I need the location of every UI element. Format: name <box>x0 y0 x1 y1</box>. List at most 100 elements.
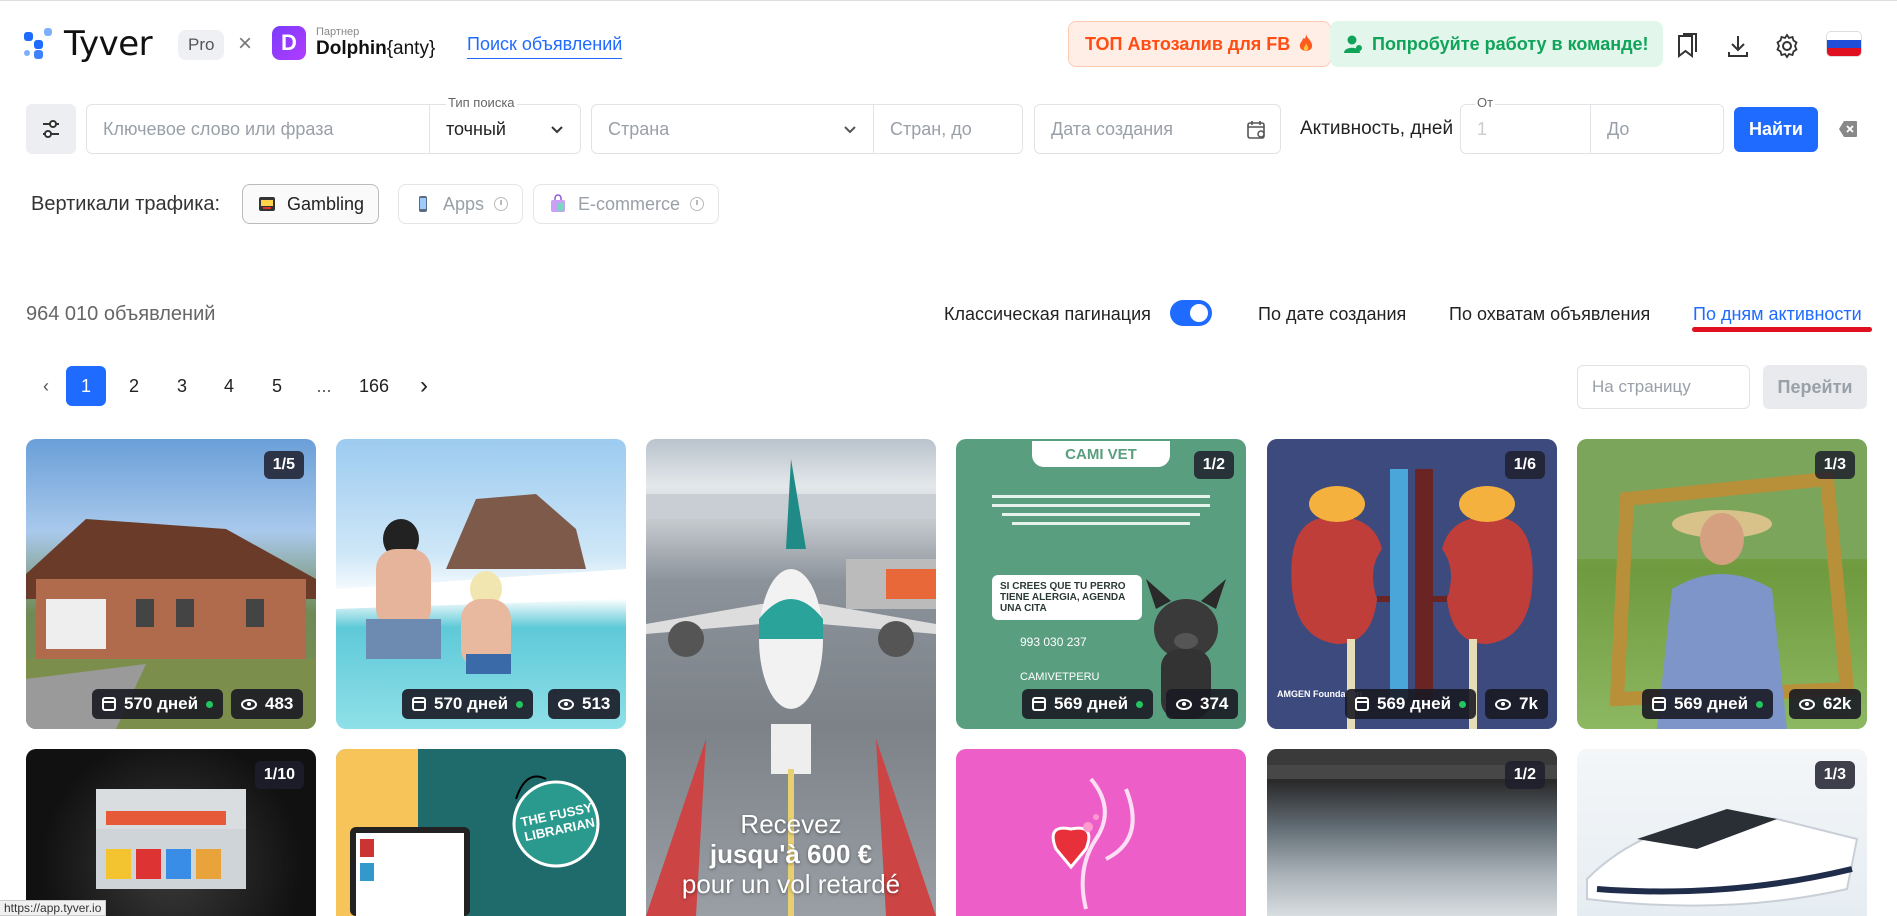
house-photo <box>26 519 316 729</box>
ad-card[interactable]: AMGEN Foundation 569 дней 7k 1/6 <box>1267 439 1557 729</box>
ad-card[interactable] <box>956 749 1246 916</box>
country-placeholder: Страна <box>608 118 670 139</box>
top-autopost-label: ТОП Автозалив для FB <box>1085 33 1291 54</box>
activity-from-input[interactable]: 1 <box>1460 104 1591 154</box>
bookmarks-icon[interactable] <box>1673 32 1701 60</box>
views-badge: 483 <box>231 689 304 719</box>
chevron-down-icon <box>844 126 856 134</box>
pregnancy-heart-illustration <box>1051 777 1135 910</box>
activity-to-input[interactable]: До <box>1590 104 1724 154</box>
sliders-icon <box>43 120 59 138</box>
window-top-border <box>0 0 1897 3</box>
views-badge: 7k <box>1485 689 1548 719</box>
search-ads-link[interactable]: Поиск объявлений <box>467 34 623 59</box>
find-button[interactable]: Найти <box>1734 107 1818 152</box>
settings-icon[interactable] <box>1773 32 1801 60</box>
logo-text: Tyver <box>64 24 153 64</box>
search-type-select[interactable]: точный <box>429 104 581 154</box>
verticals-label: Вертикали трафика: <box>31 193 221 215</box>
ad-image-count: 1/2 <box>1193 451 1234 479</box>
sort-by-date[interactable]: По дате создания <box>1258 304 1406 325</box>
ad-card[interactable]: 570 дней 513 <box>336 439 626 729</box>
calendar-icon <box>1355 697 1369 711</box>
page-1[interactable]: 1 <box>66 366 106 406</box>
active-sort-underline <box>1692 327 1872 332</box>
sort-by-reach[interactable]: По охватам объявления <box>1449 304 1650 325</box>
try-team-label: Попробуйте работу в команде! <box>1372 33 1649 54</box>
active-days-badge: 570 дней <box>92 689 224 719</box>
days-value: 570 дней <box>124 694 199 713</box>
vertical-chip-gambling[interactable]: Gambling <box>242 184 380 224</box>
days-value: 570 дней <box>434 694 509 713</box>
views-value: 513 <box>582 694 611 713</box>
active-days-badge: 569 дней <box>1022 689 1154 719</box>
ad-card[interactable]: 1/5 570 дней 483 <box>26 439 316 729</box>
fussy-librarian-ad <box>350 775 600 916</box>
country-to-placeholder: Стран, до <box>890 118 972 139</box>
clear-search-icon[interactable] <box>1838 120 1858 138</box>
dolphin-logo-icon: D <box>272 26 306 60</box>
pool-photo <box>336 494 626 674</box>
ad-card[interactable]: 569 дней 62k 1/3 <box>1577 439 1867 729</box>
clock-icon <box>690 197 705 211</box>
next-page-button[interactable]: › <box>404 366 444 406</box>
keyword-input[interactable]: Ключевое слово или фраза <box>86 104 430 154</box>
ad-handle: CAMIVETPERU <box>1020 671 1100 683</box>
download-icon[interactable] <box>1724 32 1752 60</box>
chevron-down-icon <box>551 126 563 134</box>
camivet-logo: CAMI VET <box>1032 441 1170 467</box>
page-2[interactable]: 2 <box>114 366 154 406</box>
country-select[interactable]: Страна <box>591 104 874 154</box>
page-5[interactable]: 5 <box>257 366 297 406</box>
activity-to-placeholder: До <box>1607 118 1630 139</box>
browser-status-url: https://app.tyver.io <box>0 900 107 916</box>
partner-caption: Партнер <box>316 26 360 38</box>
classic-pagination-toggle[interactable] <box>1170 300 1212 326</box>
date-created-input[interactable]: Дата создания <box>1034 104 1281 154</box>
vertical-chip-label: Apps <box>443 193 485 214</box>
user-icon <box>1344 35 1362 53</box>
page-4[interactable]: 4 <box>209 366 249 406</box>
filters-toggle-button[interactable] <box>26 104 76 154</box>
eye-icon <box>1495 698 1511 710</box>
page-3[interactable]: 3 <box>162 366 202 406</box>
ad-card[interactable]: 1/3 <box>1577 749 1867 916</box>
logo[interactable]: Tyver <box>24 24 153 64</box>
page-last[interactable]: 166 <box>354 366 394 406</box>
ad-card[interactable]: Recevez jusqu'à 600 € pour un vol retard… <box>646 439 936 916</box>
eye-icon <box>558 698 574 710</box>
prev-page-button[interactable]: ‹ <box>26 366 66 406</box>
eye-icon <box>1799 698 1815 710</box>
ad-card[interactable]: 1/2 <box>1267 749 1557 916</box>
ad-image-count: 1/6 <box>1504 451 1545 479</box>
vertical-chip-apps[interactable]: Apps <box>398 184 524 224</box>
calendar-icon <box>102 697 116 711</box>
partner-suffix: {anty} <box>386 38 436 59</box>
classic-pagination-label: Классическая пагинация <box>944 304 1151 324</box>
ad-overlay-text: Recevez jusqu'à 600 € pour un vol retard… <box>646 809 936 899</box>
ad-card[interactable]: 1/10 <box>26 749 316 916</box>
goto-page-button[interactable]: Перейти <box>1763 365 1867 409</box>
ad-image-count: 1/2 <box>1504 761 1545 789</box>
views-value: 7k <box>1519 694 1538 713</box>
phone-icon <box>419 196 427 212</box>
views-value: 62k <box>1823 694 1852 713</box>
active-days-badge: 570 дней <box>402 689 534 719</box>
active-dot <box>1756 700 1764 708</box>
language-flag-ru-icon[interactable] <box>1826 31 1862 57</box>
vertical-chip-ecommerce[interactable]: E-commerce <box>533 184 720 224</box>
sort-by-activity-days[interactable]: По дням активности <box>1693 304 1862 325</box>
try-team-button[interactable]: Попробуйте работу в команде! <box>1330 21 1663 67</box>
goto-page-input[interactable]: На страницу <box>1577 365 1750 409</box>
partner-dolphin[interactable]: D Партнер Dolphin{anty} <box>272 26 435 60</box>
top-autopost-button[interactable]: ТОП Автозалив для FB <box>1068 21 1332 67</box>
calendar-icon <box>1652 697 1666 711</box>
goto-page-placeholder: На страницу <box>1592 377 1691 396</box>
calendar-icon <box>1032 697 1046 711</box>
ad-card[interactable]: CAMI VET SI CREES QUE TU PERRO TIENE ALE… <box>956 439 1246 729</box>
calendar-search-icon <box>1247 121 1265 139</box>
country-to-input[interactable]: Стран, до <box>873 104 1023 154</box>
views-badge: 513 <box>548 689 621 719</box>
ad-card[interactable]: THE FUSSY LIBRARIAN <box>336 749 626 916</box>
partner-cross-sign: × <box>238 30 253 57</box>
